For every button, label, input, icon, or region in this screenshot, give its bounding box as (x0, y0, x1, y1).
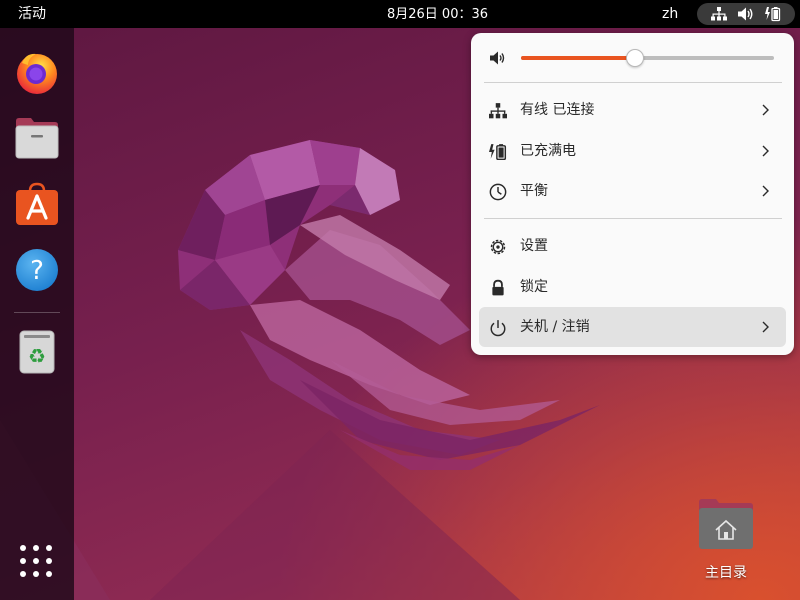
home-folder-icon (699, 499, 753, 549)
dock-separator (14, 312, 60, 313)
home-folder-desktop-icon[interactable]: 主目录 (690, 494, 762, 586)
files-icon (15, 118, 59, 159)
clock-button[interactable]: 8月26日 00：36 (387, 7, 488, 22)
power-icon (490, 320, 506, 337)
dock: ? ♻ (0, 28, 74, 600)
show-applications-button[interactable] (20, 545, 54, 579)
system-menu: 有线 已连接 已充满电 平衡 设置 锁定 关机 / 注销 (471, 33, 794, 355)
volume-icon (737, 7, 753, 21)
trash-icon: ♻ (19, 330, 55, 374)
chevron-right-icon (762, 145, 769, 157)
system-status-button[interactable] (697, 3, 795, 25)
app-center-icon (16, 182, 58, 225)
battery-icon (489, 144, 507, 161)
volume-icon (490, 51, 505, 65)
lock-icon (492, 279, 504, 296)
top-bar: 活动 8月26日 00：36 zh (0, 0, 800, 28)
volume-slider-fill (521, 56, 635, 60)
power-mode-item[interactable]: 平衡 (479, 171, 786, 211)
settings-item[interactable]: 设置 (479, 226, 786, 266)
settings-label: 设置 (520, 238, 548, 254)
chevron-right-icon (762, 104, 769, 116)
firefox-icon (17, 53, 57, 94)
settings-icon (490, 239, 506, 255)
firefox-launcher[interactable] (11, 46, 63, 98)
wired-network-icon (489, 103, 507, 119)
power-off-item[interactable]: 关机 / 注销 (479, 307, 786, 347)
trash-launcher[interactable]: ♻ (11, 326, 63, 378)
menu-divider (484, 218, 782, 219)
home-folder-label: 主目录 (705, 565, 747, 581)
battery-label: 已充满电 (520, 143, 576, 159)
chevron-right-icon (762, 321, 769, 333)
power-mode-icon (489, 183, 507, 201)
help-icon: ? (16, 249, 58, 291)
power-off-label: 关机 / 注销 (520, 319, 590, 335)
wired-network-label: 有线 已连接 (520, 102, 595, 118)
battery-icon (765, 7, 781, 22)
network-wired-icon (710, 7, 727, 21)
battery-item[interactable]: 已充满电 (479, 131, 786, 171)
volume-slider[interactable] (521, 49, 774, 67)
svg-text:?: ? (30, 256, 44, 286)
volume-row (479, 43, 786, 73)
activities-button[interactable]: 活动 (12, 0, 52, 28)
input-method-button[interactable]: zh (656, 0, 684, 28)
chevron-right-icon (762, 185, 769, 197)
files-launcher[interactable] (11, 112, 63, 164)
lock-label: 锁定 (520, 279, 548, 295)
app-center-launcher[interactable] (11, 178, 63, 230)
wired-network-item[interactable]: 有线 已连接 (479, 90, 786, 130)
svg-text:♻: ♻ (28, 344, 46, 368)
volume-slider-handle[interactable] (625, 49, 644, 67)
power-mode-label: 平衡 (520, 183, 548, 199)
lock-item[interactable]: 锁定 (479, 267, 786, 307)
menu-divider (484, 82, 782, 83)
help-launcher[interactable]: ? (11, 244, 63, 296)
